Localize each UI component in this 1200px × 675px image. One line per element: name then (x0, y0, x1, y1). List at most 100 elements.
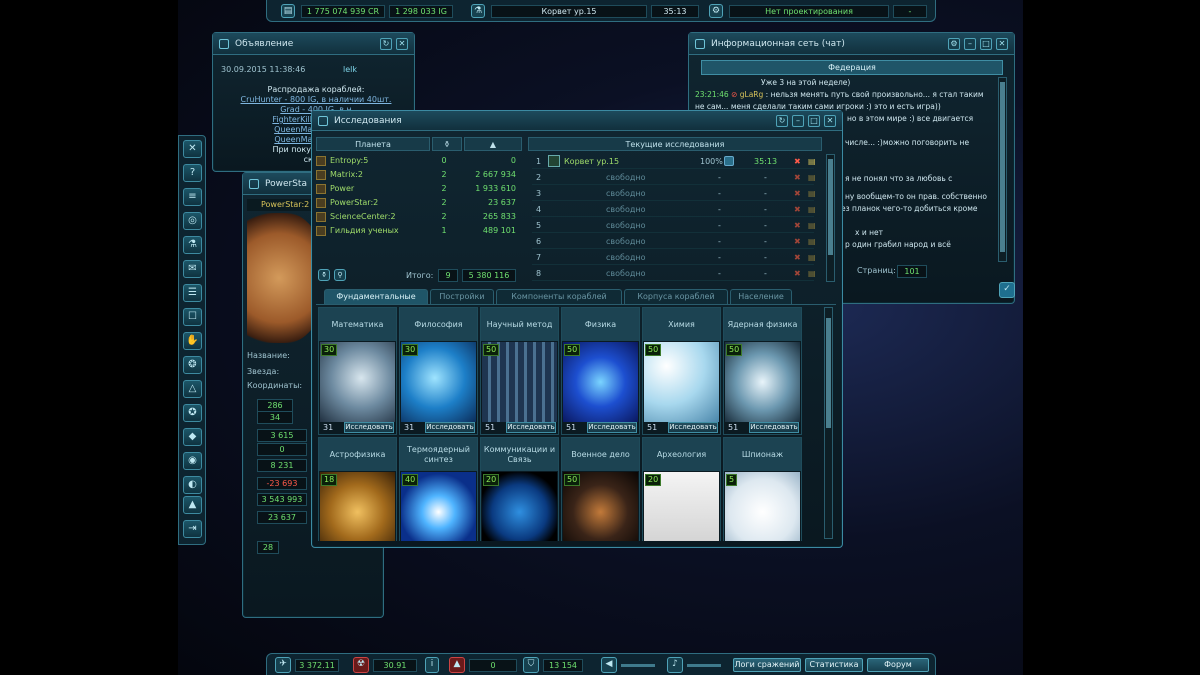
cards-scrollbar[interactable] (824, 307, 833, 539)
planet-row[interactable]: PowerStar:2 2 23 637 (316, 196, 522, 210)
total-label: Итого: (406, 271, 434, 280)
research-button[interactable]: Исследовать (344, 422, 394, 433)
bottom-value-1: 3 372.11 (295, 659, 339, 672)
filter-icon[interactable]: ⚲ (334, 269, 346, 281)
close-icon[interactable]: ✕ (824, 115, 836, 127)
bottom-value-2: 30.91 (373, 659, 417, 672)
planet-coords-label: Координаты: (247, 381, 303, 390)
music-icon[interactable]: ♪ (667, 657, 683, 673)
planet-row[interactable]: Гильдия ученых 1 489 101 (316, 224, 522, 238)
wallet-icon[interactable]: ▤ (281, 4, 295, 18)
pyramid-icon[interactable]: ▲ (183, 496, 202, 514)
stat-value: 23 637 (257, 511, 307, 524)
minimize-icon[interactable]: – (964, 38, 976, 50)
research-card-philosophy: Философия 30 31 Исследовать (399, 307, 478, 435)
chevron-down-icon[interactable] (724, 156, 734, 166)
maximize-icon[interactable]: □ (808, 115, 820, 127)
battle-logs-button[interactable]: Логи сражений (733, 658, 801, 672)
minimize-icon[interactable]: – (792, 115, 804, 127)
sort-icon[interactable]: ⚱ (318, 269, 330, 281)
research-window: Исследования ↻ – □ ✕ Планета ⚱ ▲ Entropy:5 0… (311, 110, 843, 548)
chat-tab-federation[interactable]: Федерация (701, 60, 1003, 75)
queue-scrollbar[interactable] (826, 154, 835, 282)
total-scientists: 9 (438, 269, 458, 282)
checkmark-icon[interactable]: ✓ (999, 282, 1015, 298)
hazard-icon[interactable]: ☢ (353, 657, 369, 673)
handshake-icon[interactable]: ✋ (183, 332, 202, 350)
shield-icon[interactable]: ⛉ (523, 657, 539, 673)
tab-ship-hulls[interactable]: Корпуса кораблей (624, 289, 728, 304)
research-card-fusion: Термоядерный синтез 40 (399, 437, 478, 541)
notes-icon[interactable]: ☰ (183, 284, 202, 302)
stat-value: 0 (257, 443, 307, 456)
help-icon[interactable]: ? (183, 164, 202, 182)
exit-icon[interactable]: ⇥ (183, 520, 202, 538)
fleet-icon[interactable]: ◆ (183, 428, 202, 446)
research-timer: 35:13 (651, 5, 699, 18)
alliance-icon[interactable]: △ (183, 380, 202, 398)
coins-icon[interactable]: ≡ (183, 188, 202, 206)
forum-button[interactable]: Форум (867, 658, 929, 672)
settings-icon[interactable]: ⚙ (948, 38, 960, 50)
coins-icon[interactable]: ▤ (808, 154, 816, 169)
close-icon[interactable]: ✕ (996, 38, 1008, 50)
research-card-astrophysics: Астрофизика 18 (318, 437, 397, 541)
research-button[interactable]: Исследовать (668, 422, 718, 433)
research-card-physics: Физика 50 51 Исследовать (561, 307, 640, 435)
eye-icon[interactable]: ◐ (183, 476, 202, 494)
flask-icon[interactable]: ⚗ (471, 4, 485, 18)
tab-buildings[interactable]: Постройки (430, 289, 494, 304)
planet-row[interactable]: Entropy:5 0 0 (316, 154, 522, 168)
cancel-icon[interactable]: ✖ (794, 154, 801, 169)
maximize-icon[interactable]: □ (980, 38, 992, 50)
design-icon[interactable]: ⚙ (709, 4, 723, 18)
research-card-military: Военное дело 50 (561, 437, 640, 541)
research-button[interactable]: Исследовать (749, 422, 799, 433)
planet-row[interactable]: Power 2 1 933 610 (316, 182, 522, 196)
flask-icon[interactable]: ⚗ (183, 236, 202, 254)
scientists-column-icon: ⚱ (432, 137, 462, 151)
announcement-date: 30.09.2015 11:38:46 (221, 65, 306, 74)
tab-population[interactable]: Население (730, 289, 792, 304)
planet-row[interactable]: Matrix:2 2 2 667 934 (316, 168, 522, 182)
research-button[interactable]: Исследовать (425, 422, 475, 433)
queue-row: 1 Корвет ур.15 100% 35:13 ✖ ▤ (532, 154, 816, 169)
planet-row[interactable]: ScienceCenter:2 2 265 833 (316, 210, 522, 224)
tab-fundamental[interactable]: Фундаментальные (324, 289, 428, 304)
chat-scrollbar[interactable] (998, 77, 1007, 262)
stat-value: -23 693 (257, 477, 307, 490)
top-resource-bar: ▤ 1 775 074 939 CR 1 298 033 IG ⚗ Корвет… (266, 0, 936, 22)
radar-icon[interactable]: ◉ (183, 452, 202, 470)
chat-icon[interactable]: ☐ (183, 308, 202, 326)
research-button[interactable]: Исследовать (587, 422, 637, 433)
ship-icon[interactable]: ✈ (275, 657, 291, 673)
tools-icon[interactable]: ✕ (183, 140, 202, 158)
queue-row: 3 свободно - - ✖ ▤ (532, 186, 816, 201)
alert-icon[interactable]: ▲ (449, 657, 465, 673)
credits-value: 1 775 074 939 CR (301, 5, 385, 18)
research-card-archaeology: Археология 20 (642, 437, 721, 541)
emblem-icon[interactable]: ✪ (183, 404, 202, 422)
speaker-icon[interactable]: ◀ (601, 657, 617, 673)
refresh-icon[interactable]: ↻ (776, 115, 788, 127)
queue-row: 4 свободно - - ✖ ▤ (532, 202, 816, 217)
queue-row: 5 свободно - - ✖ ▤ (532, 218, 816, 233)
queue-row: 2 свободно - - ✖ ▤ (532, 170, 816, 185)
design-status: Нет проектирования (729, 5, 889, 18)
music-slider[interactable] (687, 664, 721, 667)
close-icon[interactable]: ✕ (396, 38, 408, 50)
refresh-icon[interactable]: ↻ (380, 38, 392, 50)
design-dash: - (893, 5, 927, 18)
research-card-chemistry: Химия 50 51 Исследовать (642, 307, 721, 435)
research-button[interactable]: Исследовать (506, 422, 556, 433)
info-icon[interactable]: i (425, 657, 439, 673)
galaxy-icon[interactable]: ❂ (183, 356, 202, 374)
planet-icon[interactable]: ◎ (183, 212, 202, 230)
volume-slider[interactable] (621, 664, 655, 667)
announcement-author[interactable]: lelk (343, 65, 357, 74)
tab-ship-components[interactable]: Компоненты кораблей (496, 289, 622, 304)
mail-icon[interactable]: ✉ (183, 260, 202, 278)
total-points: 5 380 116 (462, 269, 516, 282)
research-card-scientific-method: Научный метод 50 51 Исследовать (480, 307, 559, 435)
statistics-button[interactable]: Статистика (805, 658, 863, 672)
